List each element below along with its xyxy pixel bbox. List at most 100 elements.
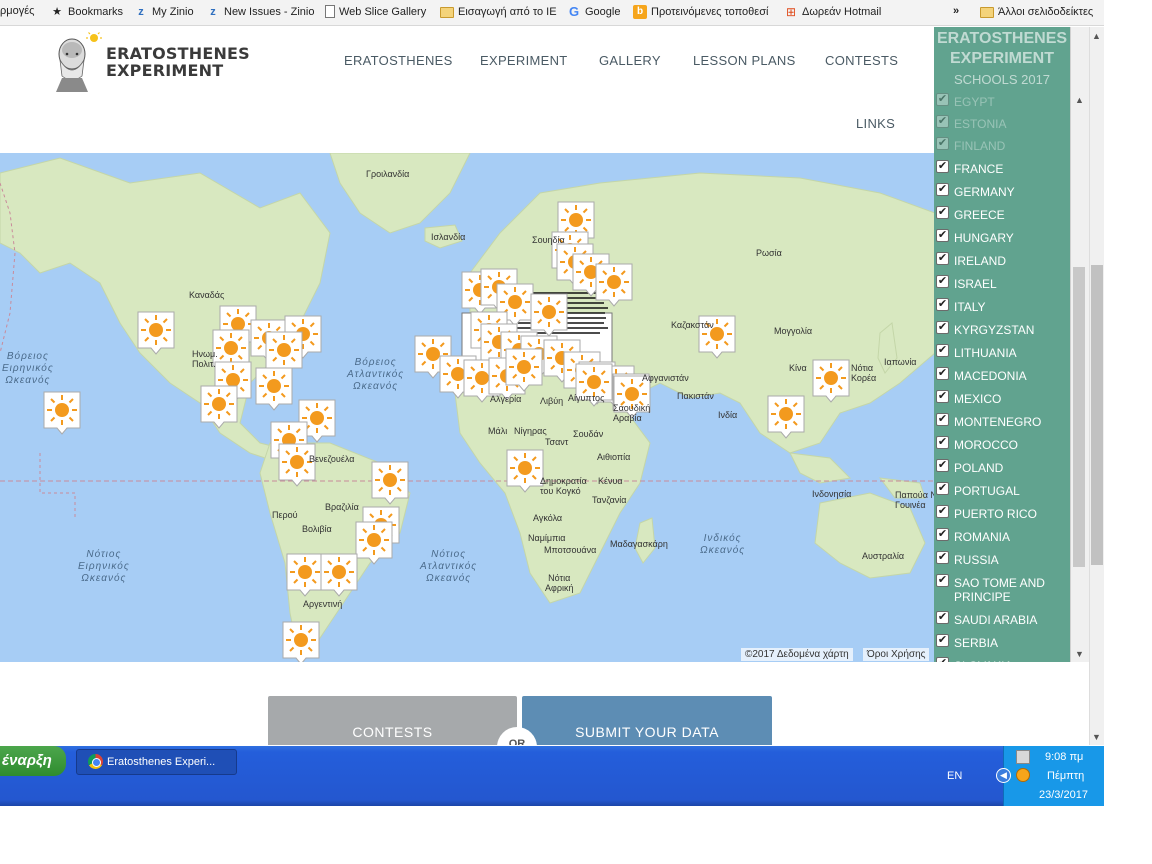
checkbox-icon[interactable]: ✔ <box>936 657 949 662</box>
checkbox-icon[interactable]: ✔ <box>936 482 949 495</box>
map-terms-link[interactable]: Όροι Χρήσης <box>863 648 930 661</box>
sun-marker-icon[interactable] <box>505 348 543 392</box>
country-filter-item[interactable]: ✔ FINLAND <box>934 137 1070 153</box>
checkbox-icon[interactable]: ✔ <box>936 298 949 311</box>
nav-links[interactable]: LINKS <box>856 116 895 131</box>
checkbox-icon[interactable]: ✔ <box>936 206 949 219</box>
site-logo[interactable]: ERATOSTHENES EXPERIMENT <box>52 32 262 92</box>
checkbox-icon[interactable]: ✔ <box>936 160 949 173</box>
sidebar-scrollbar-thumb[interactable] <box>1073 267 1085 567</box>
country-filter-item[interactable]: ✔ SERBIA <box>934 634 1070 650</box>
browser-scrollbar-thumb[interactable] <box>1091 265 1103 565</box>
bookmarks-overflow-button[interactable]: » <box>953 5 959 17</box>
bookmark-google[interactable]: G Google <box>567 5 621 19</box>
checkbox-icon[interactable]: ✔ <box>936 634 949 647</box>
sun-marker-icon[interactable] <box>255 367 293 411</box>
sidebar-scroll-down-icon[interactable]: ▼ <box>1075 649 1084 659</box>
sun-marker-icon[interactable] <box>767 395 805 439</box>
checkbox-icon[interactable]: ✔ <box>936 367 949 380</box>
submit-data-button[interactable]: SUBMIT YOUR DATA <box>522 696 772 745</box>
country-filter-item[interactable]: ✔ GERMANY <box>934 183 1070 199</box>
checkbox-icon[interactable]: ✔ <box>936 528 949 541</box>
bookmark-web-slice-gallery[interactable]: Web Slice Gallery <box>325 5 426 18</box>
checkbox-icon[interactable]: ✔ <box>936 413 949 426</box>
checkbox-icon[interactable]: ✔ <box>936 574 949 587</box>
country-filter-item[interactable]: ✔ SAO TOME AND PRINCIPE <box>934 574 1070 604</box>
country-filter-item[interactable]: ✔ EGYPT <box>934 93 1070 109</box>
checkbox-icon[interactable]: ✔ <box>936 611 949 624</box>
bookmark-other-bookmarks[interactable]: Άλλοι σελιδοδείκτες <box>980 5 1093 19</box>
country-filter-item[interactable]: ✔ ITALY <box>934 298 1070 314</box>
country-filter-item[interactable]: ✔ LITHUANIA <box>934 344 1070 360</box>
checkbox-icon[interactable]: ✔ <box>936 137 949 150</box>
country-filter-item[interactable]: ✔ PUERTO RICO <box>934 505 1070 521</box>
sun-marker-icon[interactable] <box>286 553 324 597</box>
sun-marker-icon[interactable] <box>200 385 238 429</box>
language-indicator[interactable]: EN <box>947 770 962 782</box>
country-filter-item[interactable]: ✔ MEXICO <box>934 390 1070 406</box>
sun-marker-icon[interactable] <box>371 461 409 505</box>
checkbox-icon[interactable]: ✔ <box>936 390 949 403</box>
sun-marker-icon[interactable] <box>43 391 81 435</box>
country-filter-item[interactable]: ✔ ISRAEL <box>934 275 1070 291</box>
country-filter-item[interactable]: ✔ GREECE <box>934 206 1070 222</box>
checkbox-icon[interactable]: ✔ <box>936 436 949 449</box>
bookmark-import-ie[interactable]: Εισαγωγή από το IE <box>440 5 557 19</box>
nav-gallery[interactable]: GALLERY <box>599 53 661 68</box>
country-filter-item[interactable]: ✔ HUNGARY <box>934 229 1070 245</box>
country-filter-item[interactable]: ✔SLOVAKIA <box>934 657 1070 662</box>
map-attribution[interactable]: ©2017 Δεδομένα χάρτη <box>741 648 853 661</box>
sidebar-scroll-up-icon[interactable]: ▲ <box>1075 95 1084 105</box>
country-filter-item[interactable]: ✔ POLAND <box>934 459 1070 475</box>
bookmark-suggested-sites[interactable]: b Προτεινόμενες τοποθεσί <box>633 5 768 19</box>
contests-button[interactable]: CONTESTS <box>268 696 517 745</box>
bookmark-my-zinio[interactable]: z My Zinio <box>134 5 193 19</box>
checkbox-icon[interactable]: ✔ <box>936 275 949 288</box>
nav-contests[interactable]: CONTESTS <box>825 53 898 68</box>
network-icon[interactable] <box>1016 750 1030 764</box>
nav-experiment[interactable]: EXPERIMENT <box>480 53 568 68</box>
country-filter-item[interactable]: ✔ RUSSIA <box>934 551 1070 567</box>
checkbox-icon[interactable]: ✔ <box>936 183 949 196</box>
sun-marker-icon[interactable] <box>530 293 568 337</box>
sun-marker-icon[interactable] <box>278 443 316 487</box>
checkbox-icon[interactable]: ✔ <box>936 115 949 128</box>
checkbox-icon[interactable]: ✔ <box>936 459 949 472</box>
update-icon[interactable] <box>1016 768 1030 782</box>
sun-marker-icon[interactable] <box>355 521 393 565</box>
checkbox-icon[interactable]: ✔ <box>936 252 949 265</box>
start-button[interactable]: έναρξη <box>0 746 66 776</box>
checkbox-icon[interactable]: ✔ <box>936 321 949 334</box>
checkbox-icon[interactable]: ✔ <box>936 93 949 106</box>
scroll-down-icon[interactable]: ▼ <box>1092 732 1101 742</box>
nav-lesson-plans[interactable]: LESSON PLANS <box>693 53 796 68</box>
scroll-up-icon[interactable]: ▲ <box>1092 31 1101 41</box>
country-filter-item[interactable]: ✔ ROMANIA <box>934 528 1070 544</box>
bookmark-new-issues-zinio[interactable]: z New Issues - Zinio <box>206 5 314 19</box>
country-filter-item[interactable]: ✔ MONTENEGRO <box>934 413 1070 429</box>
bookmark-apps[interactable]: ρμογές <box>0 5 34 17</box>
country-filter-item[interactable]: ✔ MOROCCO <box>934 436 1070 452</box>
bookmark-bookmarks[interactable]: ★ Bookmarks <box>50 5 123 19</box>
sun-marker-icon[interactable] <box>506 449 544 493</box>
checkbox-icon[interactable]: ✔ <box>936 229 949 242</box>
sun-marker-icon[interactable] <box>137 311 175 355</box>
world-map[interactable]: Γροιλανδία Ισλανδία Ρωσία Καναδάς Καζακσ… <box>0 153 1089 662</box>
sun-marker-icon[interactable] <box>595 263 633 307</box>
checkbox-icon[interactable]: ✔ <box>936 505 949 518</box>
country-filter-item[interactable]: ✔ SAUDI ARABIA <box>934 611 1070 627</box>
checkbox-icon[interactable]: ✔ <box>936 551 949 564</box>
tray-expand-icon[interactable]: ◀ <box>996 768 1011 783</box>
sun-marker-icon[interactable] <box>320 553 358 597</box>
country-filter-item[interactable]: ✔ KYRGYZSTAN <box>934 321 1070 337</box>
sun-marker-icon[interactable] <box>812 359 850 403</box>
nav-eratosthenes[interactable]: ERATOSTHENES <box>344 53 453 68</box>
country-filter-item[interactable]: ✔ ESTONIA <box>934 115 1070 131</box>
bookmark-hotmail[interactable]: ⊞ Δωρεάν Hotmail <box>784 5 881 19</box>
country-filter-item[interactable]: ✔ FRANCE <box>934 160 1070 176</box>
country-filter-item[interactable]: ✔ MACEDONIA <box>934 367 1070 383</box>
sun-marker-icon[interactable] <box>282 621 320 662</box>
clock-time[interactable]: 9:08 πμ <box>1045 751 1083 763</box>
country-filter-item[interactable]: ✔ IRELAND <box>934 252 1070 268</box>
checkbox-icon[interactable]: ✔ <box>936 344 949 357</box>
